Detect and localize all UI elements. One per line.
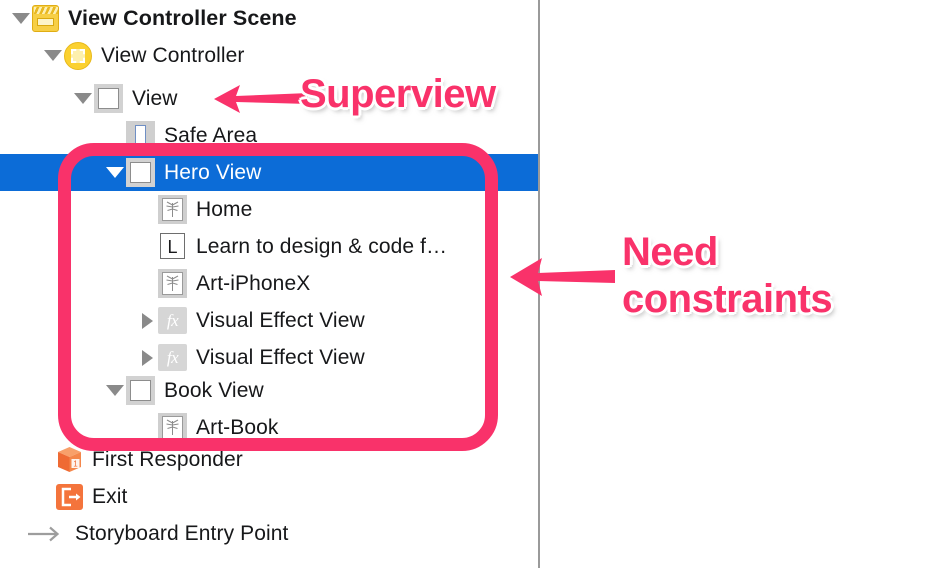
outline-row-visual-effect-view-1[interactable]: fx Visual Effect View bbox=[0, 302, 538, 339]
superview-annotation-text: Superview bbox=[300, 72, 496, 116]
disclosure-spacer bbox=[136, 228, 158, 265]
scene-icon bbox=[32, 5, 59, 32]
disclosure-triangle-open[interactable] bbox=[72, 80, 94, 117]
disclosure-triangle-open[interactable] bbox=[104, 154, 126, 191]
safe-area-icon bbox=[126, 121, 155, 150]
view-icon bbox=[126, 158, 155, 187]
need-constraints-line-1: Need bbox=[622, 230, 718, 274]
outline-row-art-iphonex[interactable]: Art-iPhoneX bbox=[0, 265, 538, 302]
outline-row-label: View Controller Scene bbox=[68, 6, 297, 30]
outline-row-first-responder[interactable]: 1 First Responder bbox=[0, 441, 538, 478]
disclosure-spacer bbox=[34, 478, 56, 515]
outline-row-label: Learn to design & code f… bbox=[196, 234, 448, 258]
image-view-icon bbox=[158, 195, 187, 224]
need-constraints-annotation-text: Need constraints bbox=[622, 229, 833, 323]
outline-row-label: Visual Effect View bbox=[196, 345, 365, 369]
outline-row-book-view[interactable]: Book View bbox=[0, 372, 538, 409]
need-constraints-arrow-annotation bbox=[508, 253, 618, 306]
outline-row-view-controller-scene[interactable]: View Controller Scene bbox=[0, 0, 538, 37]
outline-row-label: Visual Effect View bbox=[196, 308, 365, 332]
image-view-icon bbox=[158, 269, 187, 298]
disclosure-triangle-open[interactable] bbox=[10, 0, 32, 37]
disclosure-triangle-closed[interactable] bbox=[136, 339, 158, 376]
outline-row-label: Exit bbox=[92, 484, 128, 508]
image-view-icon bbox=[158, 413, 187, 442]
view-icon bbox=[126, 376, 155, 405]
screenshot-root: View Controller Scene View Controller Vi… bbox=[0, 0, 942, 568]
disclosure-triangle-open[interactable] bbox=[42, 37, 64, 74]
disclosure-triangle-open[interactable] bbox=[104, 372, 126, 409]
disclosure-spacer bbox=[136, 191, 158, 228]
superview-arrow-annotation bbox=[212, 79, 312, 124]
view-controller-icon bbox=[64, 41, 92, 70]
outline-row-visual-effect-view-2[interactable]: fx Visual Effect View bbox=[0, 339, 538, 376]
outline-row-storyboard-entry-point[interactable]: Storyboard Entry Point bbox=[0, 515, 538, 552]
outline-row-label: Art-iPhoneX bbox=[196, 271, 311, 295]
outline-row-learn-label[interactable]: L Learn to design & code f… bbox=[0, 228, 538, 265]
first-responder-icon: 1 bbox=[56, 446, 83, 474]
disclosure-triangle-closed[interactable] bbox=[136, 302, 158, 339]
view-icon bbox=[94, 84, 123, 113]
outline-row-label: Art-Book bbox=[196, 415, 279, 439]
visual-effect-icon: fx bbox=[158, 307, 187, 334]
outline-row-home[interactable]: Home bbox=[0, 191, 538, 228]
outline-row-label: Book View bbox=[164, 378, 264, 402]
outline-row-label: Storyboard Entry Point bbox=[75, 521, 289, 545]
outline-row-label: Safe Area bbox=[164, 123, 258, 147]
outline-row-view-controller[interactable]: View Controller bbox=[0, 37, 538, 74]
outline-row-label: View bbox=[132, 86, 178, 110]
svg-text:1: 1 bbox=[73, 459, 78, 468]
entry-point-arrow-icon bbox=[26, 522, 66, 546]
exit-icon bbox=[56, 483, 83, 510]
disclosure-spacer bbox=[104, 117, 126, 154]
need-constraints-line-2: constraints bbox=[622, 277, 833, 322]
outline-row-hero-view[interactable]: Hero View bbox=[0, 154, 538, 191]
disclosure-spacer bbox=[136, 265, 158, 302]
outline-row-label: First Responder bbox=[92, 447, 243, 471]
label-icon: L bbox=[158, 232, 187, 261]
outline-row-exit[interactable]: Exit bbox=[0, 478, 538, 515]
outline-row-label: View Controller bbox=[101, 43, 245, 67]
disclosure-spacer bbox=[34, 441, 56, 478]
visual-effect-icon: fx bbox=[158, 344, 187, 371]
outline-row-label: Hero View bbox=[164, 160, 262, 184]
outline-row-label: Home bbox=[196, 197, 253, 221]
